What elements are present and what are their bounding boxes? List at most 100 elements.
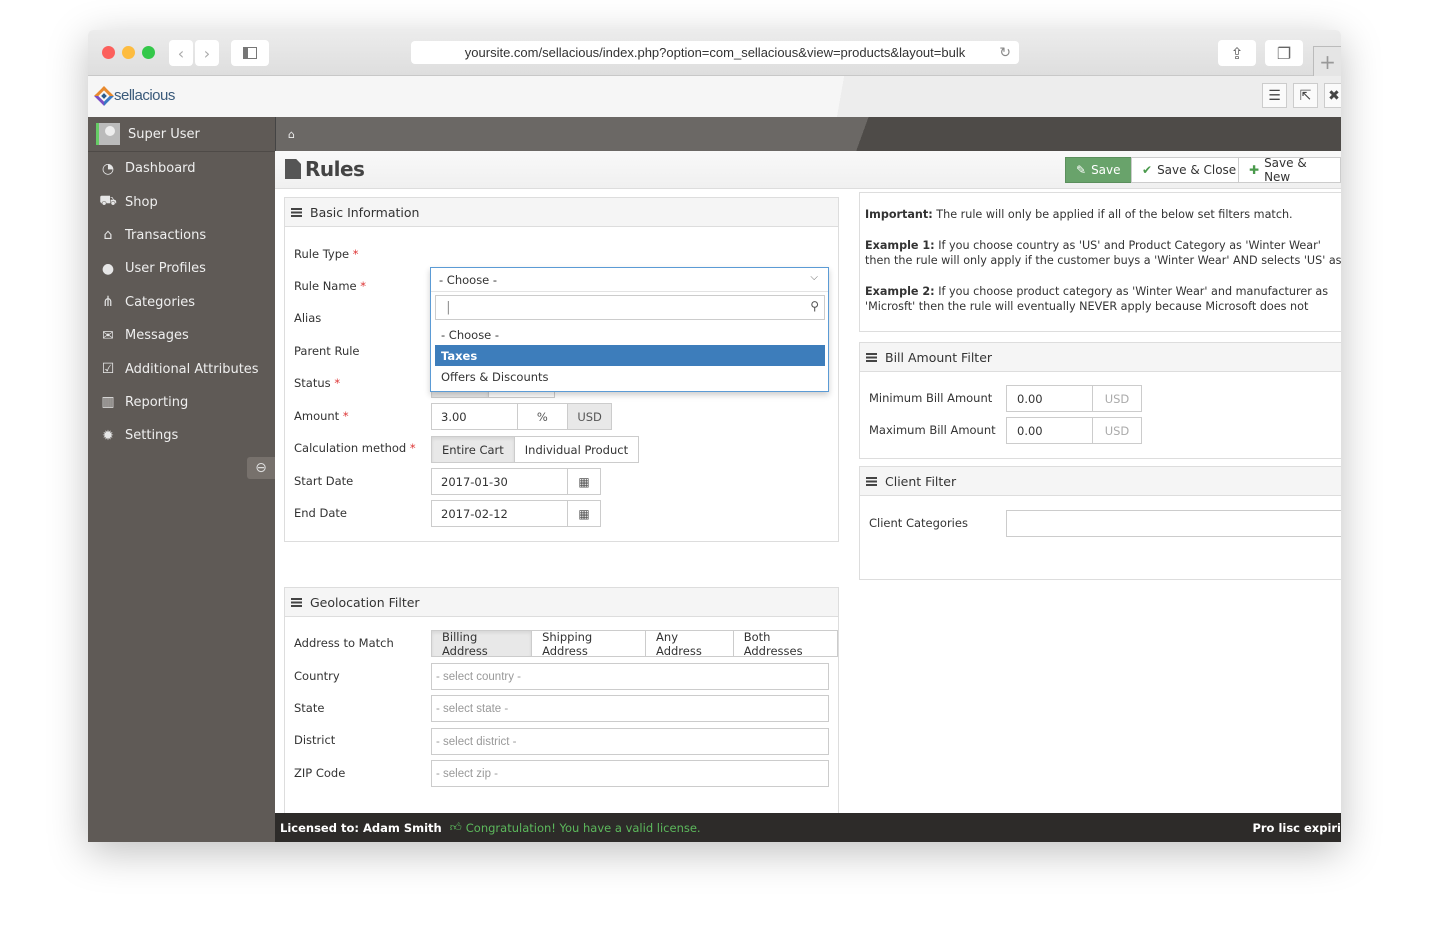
avatar [96,123,120,145]
save-close-label: Save & Close [1157,163,1237,177]
district-select[interactable]: - select district - [431,728,829,755]
amount-input[interactable]: 3.00 [432,410,517,424]
shipping-address-option[interactable]: Shipping Address [532,630,647,658]
envelope-icon: ✉ [102,327,114,344]
close-window-button[interactable] [102,46,115,59]
rule-type-dropdown[interactable]: - Choose - ⌵ | ⚲ - Choose - Taxes Offers… [430,267,829,392]
sellacious-logo[interactable]: sellacious [94,85,175,106]
panel-header: Client Filter [860,467,1341,496]
dropdown-option-taxes[interactable]: Taxes [435,345,825,366]
sidebar-item-settings[interactable]: ✹ Settings [88,419,275,452]
start-date-label: Start Date [294,474,354,488]
chevron-right-icon: › [203,43,211,63]
new-tab-button[interactable]: + [1313,46,1341,76]
hamburger-icon: ☰ [1268,87,1281,104]
start-date-input[interactable]: 2017-01-30 [432,475,567,489]
amount-unit-percent[interactable]: % [516,404,568,429]
list-icon [291,207,302,217]
share-button[interactable]: ⇪ [1218,40,1256,66]
dropdown-option-choose[interactable]: - Choose - [435,324,825,345]
tabs-icon: ❐ [1276,43,1292,63]
check-icon: ✔ [1142,163,1153,177]
collapse-sidebar-button[interactable]: ⊖ [247,457,275,479]
sidebar-toggle-button[interactable] [231,40,269,66]
sidebar-item-label: Settings [125,428,179,444]
arrow-left-circle-icon: ⊖ [255,460,267,476]
sidebar-item-label: Shop [125,194,158,210]
alias-label: Alias [294,311,322,325]
save-new-label: Save & New [1264,156,1307,184]
sidebar-item-additional-attributes[interactable]: ☑ Additional Attributes [88,352,275,385]
sidebar: Super User ◔ Dashboard ⛟ Shop ⌂ Transaction… [88,117,275,842]
status-label: Status * [294,376,341,390]
sidebar-item-dashboard[interactable]: ◔ Dashboard [88,152,275,185]
calendar-icon[interactable]: ▦ [567,501,600,526]
sidebar-item-reporting[interactable]: ▥ Reporting [88,386,275,419]
calendar-icon[interactable]: ▦ [567,469,600,494]
open-site-button[interactable]: ⇱ [1293,83,1318,108]
billing-address-option[interactable]: Billing Address [432,630,533,658]
state-label: State [294,701,325,715]
state-select[interactable]: - select state - [431,695,829,722]
reload-icon[interactable]: ↻ [999,44,1011,61]
share-icon: ⇪ [1230,43,1244,63]
sidebar-item-label: Messages [125,328,189,344]
amount-label: Amount * [294,409,349,423]
max-bill-input[interactable]: 0.00 [1007,424,1092,438]
cart-icon: ⛟ [99,193,117,210]
rule-type-label: Rule Type * [294,247,359,261]
address-bar[interactable]: yoursite.com/sellacious/index.php?option… [411,41,1019,64]
sidebar-item-label: Dashboard [125,161,196,177]
client-categories-input[interactable] [1006,510,1341,537]
calc-individual-product-option[interactable]: Individual Product [515,437,638,462]
panel-title: Geolocation Filter [310,594,420,610]
min-bill-label: Minimum Bill Amount [869,391,993,405]
home-icon[interactable]: ⌂ [288,128,295,141]
user-panel[interactable]: Super User [88,117,275,152]
sidebar-item-shop[interactable]: ⛟ Shop [88,185,275,218]
end-date-field: 2017-02-12 ▦ [431,500,601,527]
zip-select[interactable]: - select zip - [431,760,829,787]
save-new-button[interactable]: ✚ Save & New [1238,156,1341,184]
geolocation-filter-panel: Geolocation Filter Address to Match Coun… [284,587,839,829]
dashboard-icon: ◔ [101,160,115,177]
dropdown-search-input[interactable]: | ⚲ [435,295,825,320]
any-address-option[interactable]: Any Address [646,630,734,658]
bar-chart-icon: ▥ [101,394,115,411]
min-bill-group: 0.00 USD [1006,385,1142,412]
save-close-button[interactable]: ✔ Save & Close [1131,157,1248,183]
sidebar-item-transactions[interactable]: ⌂ Transactions [88,219,275,252]
thumbs-up-icon: 👍︎ [449,820,462,834]
start-date-field: 2017-01-30 ▦ [431,468,601,495]
joomla-button[interactable]: ✖ [1324,83,1341,108]
forward-button[interactable]: › [195,40,219,66]
list-icon [866,476,877,486]
sidebar-item-label: User Profiles [125,261,206,277]
back-button[interactable]: ‹ [169,40,193,66]
amount-unit-usd[interactable]: USD [567,404,611,429]
sidebar-item-messages[interactable]: ✉ Messages [88,319,275,352]
panel-header: Geolocation Filter [285,588,838,617]
country-select[interactable]: - select country - [431,663,829,690]
save-button[interactable]: ✎ Save [1065,157,1132,183]
menu-button[interactable]: ☰ [1262,83,1287,108]
app-topbar: sellacious ☰ ⇱ ✖ [88,76,1341,117]
dropdown-option-offers-discounts[interactable]: Offers & Discounts [435,366,825,387]
sidebar-item-user-profiles[interactable]: ● User Profiles [88,252,275,285]
minimize-window-button[interactable] [122,46,135,59]
client-categories-label: Client Categories [869,516,968,530]
district-label: District [294,733,336,747]
currency-addon: USD [1092,418,1141,443]
panel-header: Bill Amount Filter [860,343,1341,372]
min-bill-input[interactable]: 0.00 [1007,392,1092,406]
both-addresses-option[interactable]: Both Addresses [734,630,837,658]
address-to-match-label: Address to Match [294,636,394,650]
calc-entire-cart-option[interactable]: Entire Cart [432,437,515,462]
sidebar-item-categories[interactable]: ⋔ Categories [88,286,275,319]
tabs-overview-button[interactable]: ❐ [1265,40,1303,66]
rule-type-select[interactable]: - Choose - ⌵ [431,268,828,292]
document-icon [285,159,301,179]
list-icon [291,597,302,607]
maximize-window-button[interactable] [142,46,155,59]
end-date-input[interactable]: 2017-02-12 [432,507,567,521]
